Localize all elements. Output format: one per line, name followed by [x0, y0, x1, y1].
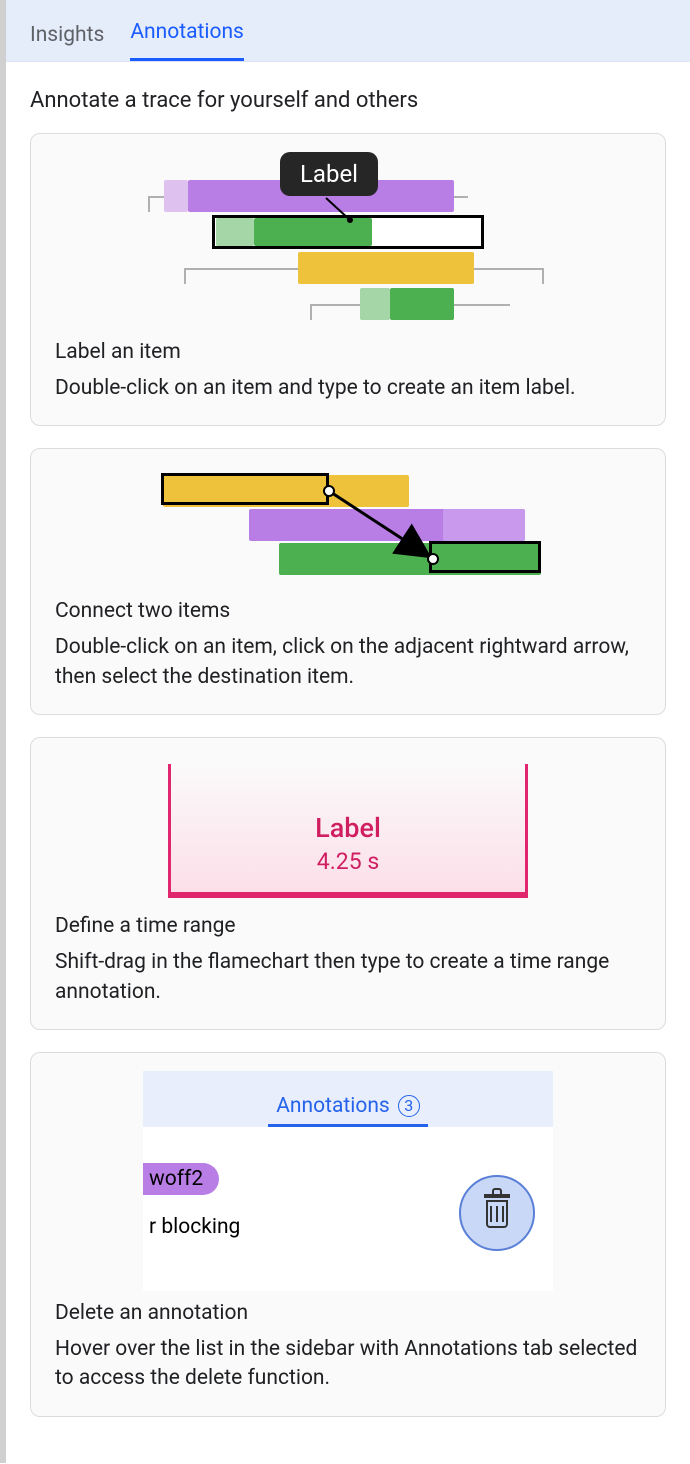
- tab-annotations[interactable]: Annotations: [130, 2, 244, 61]
- card-text: Shift-drag in the flamechart then type t…: [55, 948, 641, 1007]
- mini-tab-annotations[interactable]: Annotations 3: [268, 1094, 428, 1127]
- mini-tab-label: Annotations: [276, 1094, 390, 1118]
- card-text: Double-click on an item, click on the ad…: [55, 633, 641, 692]
- illustration-time-range: Label 4.25 s: [168, 764, 528, 904]
- annotation-chip[interactable]: woff2: [143, 1163, 219, 1195]
- tab-bar: Insights Annotations: [6, 0, 690, 62]
- illustration-label-item: Label: [138, 152, 558, 332]
- card-title: Connect two items: [55, 599, 641, 623]
- card-title: Label an item: [55, 340, 641, 364]
- range-time: 4.25 s: [168, 848, 528, 875]
- card-label-item: Label Label an item Double-click on an i…: [30, 133, 666, 426]
- card-title: Delete an annotation: [55, 1301, 641, 1325]
- panel-heading: Annotate a trace for yourself and others: [30, 88, 666, 113]
- range-label: Label: [168, 812, 528, 844]
- card-title: Define a time range: [55, 914, 641, 938]
- label-tooltip: Label: [280, 152, 378, 196]
- delete-button[interactable]: [459, 1175, 535, 1251]
- card-time-range: Label 4.25 s Define a time range Shift-d…: [30, 737, 666, 1030]
- illustration-delete-annotation: Annotations 3 woff2 r blocking: [143, 1071, 553, 1291]
- trash-icon: [482, 1196, 512, 1230]
- panel-content: Annotate a trace for yourself and others…: [6, 62, 690, 1463]
- card-connect-items: Connect two items Double-click on an ite…: [30, 448, 666, 715]
- illustration-connect-items: [133, 471, 563, 591]
- card-delete-annotation: Annotations 3 woff2 r blocking Delete an…: [30, 1052, 666, 1417]
- count-badge: 3: [398, 1095, 420, 1117]
- card-text: Hover over the list in the sidebar with …: [55, 1335, 641, 1394]
- tab-insights[interactable]: Insights: [30, 5, 104, 61]
- card-text: Double-click on an item and type to crea…: [55, 374, 641, 403]
- annotation-list-item[interactable]: r blocking: [143, 1211, 246, 1243]
